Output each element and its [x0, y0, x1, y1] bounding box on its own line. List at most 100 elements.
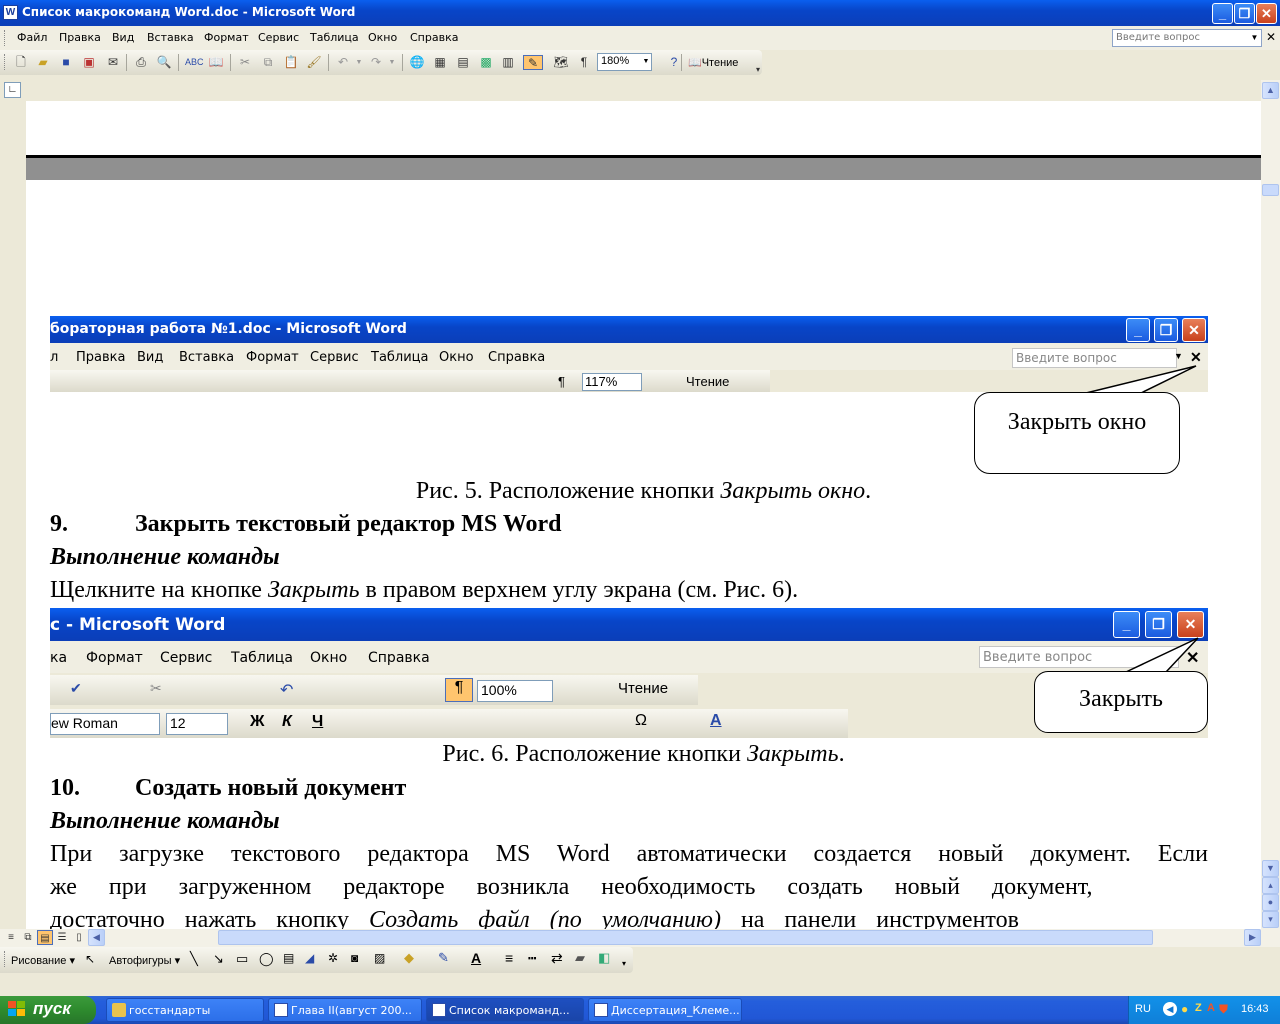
arrow-icon[interactable]: ↘: [213, 951, 224, 967]
menu-window[interactable]: Окно: [368, 31, 397, 44]
zoom-dropdown-icon[interactable]: ▼: [641, 54, 651, 70]
help-icon[interactable]: ?: [666, 55, 682, 70]
format-painter-icon[interactable]: 🖌: [306, 55, 322, 70]
clock[interactable]: 16:43: [1241, 1003, 1269, 1015]
start-button[interactable]: пуск: [0, 996, 96, 1024]
normal-view-icon[interactable]: ≡: [3, 930, 19, 945]
clipart-icon[interactable]: ◙: [351, 951, 358, 965]
oval-icon[interactable]: ◯: [259, 951, 274, 967]
scroll-right-icon[interactable]: ▶: [1244, 929, 1261, 946]
outline-view-icon[interactable]: ☰: [54, 930, 70, 945]
menu-file[interactable]: Файл: [17, 31, 47, 44]
print-preview-icon[interactable]: 🔍: [156, 55, 172, 70]
fig6-underline-icon: Ч: [312, 713, 324, 730]
network-icon[interactable]: ●: [1181, 1002, 1188, 1016]
dash-style-icon[interactable]: ┅: [528, 950, 536, 967]
drawing-menu[interactable]: Рисование ▾: [11, 954, 75, 967]
next-page-icon[interactable]: ▾: [1262, 911, 1279, 928]
toolbar-grip[interactable]: [4, 54, 7, 70]
menu-edit[interactable]: Правка: [59, 31, 101, 44]
ask-dropdown-icon[interactable]: ▼: [1248, 30, 1261, 46]
document-map-icon[interactable]: 🗺: [553, 55, 569, 70]
shield-icon[interactable]: ⛊: [1219, 1002, 1228, 1017]
title-bar[interactable]: W Список макрокоманд Word.doc - Microsof…: [0, 0, 1280, 26]
language-indicator[interactable]: RU: [1135, 1003, 1151, 1015]
antivirus-icon[interactable]: A: [1207, 1002, 1215, 1014]
wordart-icon[interactable]: ◢: [305, 951, 314, 965]
vertical-scroll-thumb[interactable]: [1262, 184, 1279, 196]
diagram-icon[interactable]: ✲: [328, 951, 338, 965]
spelling-icon[interactable]: ABC: [185, 55, 204, 70]
tables-borders-icon[interactable]: ▦: [432, 55, 448, 70]
tab-selector[interactable]: ∟: [4, 82, 21, 98]
permission-icon[interactable]: ▣: [81, 55, 97, 70]
autoshapes-menu[interactable]: Автофигуры ▾: [109, 954, 180, 967]
rectangle-icon[interactable]: ▭: [236, 951, 248, 967]
scroll-up-icon[interactable]: ▲: [1262, 82, 1279, 99]
print-layout-icon[interactable]: ▤: [37, 930, 53, 945]
taskbar-item-doc2[interactable]: Список макроманд...: [426, 998, 584, 1022]
menu-insert[interactable]: Вставка: [147, 31, 194, 44]
menu-grip[interactable]: [4, 30, 7, 46]
undo-icon[interactable]: ↶: [335, 55, 351, 70]
columns-icon[interactable]: ▥: [500, 55, 516, 70]
new-document-icon[interactable]: 🗋: [13, 55, 29, 70]
menu-view[interactable]: Вид: [112, 31, 134, 44]
fill-color-icon[interactable]: ◆: [404, 950, 414, 966]
save-icon[interactable]: ■: [58, 55, 74, 70]
restore-button[interactable]: ❐: [1234, 3, 1255, 24]
undo-dropdown-icon[interactable]: ▼: [351, 55, 367, 70]
horizontal-scroll-thumb[interactable]: [218, 930, 1153, 945]
insert-table-icon[interactable]: ▤: [455, 55, 471, 70]
line-icon[interactable]: ╲: [190, 951, 198, 967]
word-app-icon[interactable]: W: [3, 5, 18, 20]
reading-view-icon[interactable]: ▯: [71, 930, 87, 945]
line-color-icon[interactable]: ✎: [438, 950, 449, 966]
cut-icon[interactable]: ✂: [237, 55, 253, 70]
vertical-scrollbar[interactable]: [1261, 80, 1280, 929]
ask-question-input[interactable]: Введите вопрос: [1112, 29, 1262, 47]
paste-icon[interactable]: 📋: [283, 55, 299, 70]
email-icon[interactable]: ✉: [105, 55, 121, 70]
taskbar-item-doc3[interactable]: Диссертация_Клеме...: [588, 998, 742, 1022]
drawing-icon[interactable]: ✎: [523, 55, 543, 70]
drawbar-grip[interactable]: [4, 951, 7, 967]
show-hidden-icons[interactable]: ◀: [1163, 1002, 1177, 1016]
close-button[interactable]: ✕: [1256, 3, 1277, 24]
menu-table[interactable]: Таблица: [310, 31, 359, 44]
document-page[interactable]: бораторная работа №1.doc - Microsoft Wor…: [26, 101, 1261, 929]
select-objects-icon[interactable]: ↖: [85, 952, 95, 966]
previous-page-icon[interactable]: ▴: [1262, 877, 1279, 894]
menu-help[interactable]: Справка: [410, 31, 458, 44]
redo-dropdown-icon[interactable]: ▼: [384, 55, 400, 70]
scroll-down-icon[interactable]: ▼: [1262, 860, 1279, 877]
hyperlink-icon[interactable]: 🌐: [409, 55, 425, 70]
taskbar-item-folder[interactable]: госстандарты: [106, 998, 264, 1022]
insert-excel-icon[interactable]: ▩: [478, 55, 494, 70]
3d-icon[interactable]: ◧: [598, 950, 610, 966]
menu-tools[interactable]: Сервис: [258, 31, 299, 44]
web-view-icon[interactable]: ⧉: [20, 930, 36, 945]
shadow-icon[interactable]: ▰: [575, 950, 585, 966]
fig6-zoom: 100%: [477, 680, 553, 702]
redo-icon[interactable]: ↷: [368, 55, 384, 70]
open-icon[interactable]: ▰: [35, 55, 51, 70]
line-style-icon[interactable]: ≡: [505, 950, 513, 966]
security-icon[interactable]: Z: [1195, 1002, 1202, 1014]
show-formatting-icon[interactable]: ¶: [576, 55, 592, 70]
textbox-icon[interactable]: ▤: [283, 951, 294, 965]
menu-format[interactable]: Формат: [204, 31, 249, 44]
drawbar-options-icon[interactable]: ▾: [622, 959, 626, 968]
taskbar-item-doc1[interactable]: Глава II(август 200...: [268, 998, 422, 1022]
copy-icon[interactable]: ⧉: [260, 55, 276, 70]
close-document-icon[interactable]: ✕: [1266, 30, 1276, 44]
picture-icon[interactable]: ▨: [374, 951, 385, 965]
minimize-button[interactable]: _: [1212, 3, 1233, 24]
print-icon[interactable]: ⎙: [133, 55, 149, 70]
font-color-icon[interactable]: A: [471, 950, 481, 966]
browse-object-icon[interactable]: ●: [1262, 894, 1279, 911]
reading-layout-button[interactable]: 📖Чтение: [688, 56, 738, 69]
arrow-style-icon[interactable]: ⇄: [551, 950, 563, 967]
scroll-left-icon[interactable]: ◀: [88, 929, 105, 946]
research-icon[interactable]: 📖: [208, 55, 224, 70]
